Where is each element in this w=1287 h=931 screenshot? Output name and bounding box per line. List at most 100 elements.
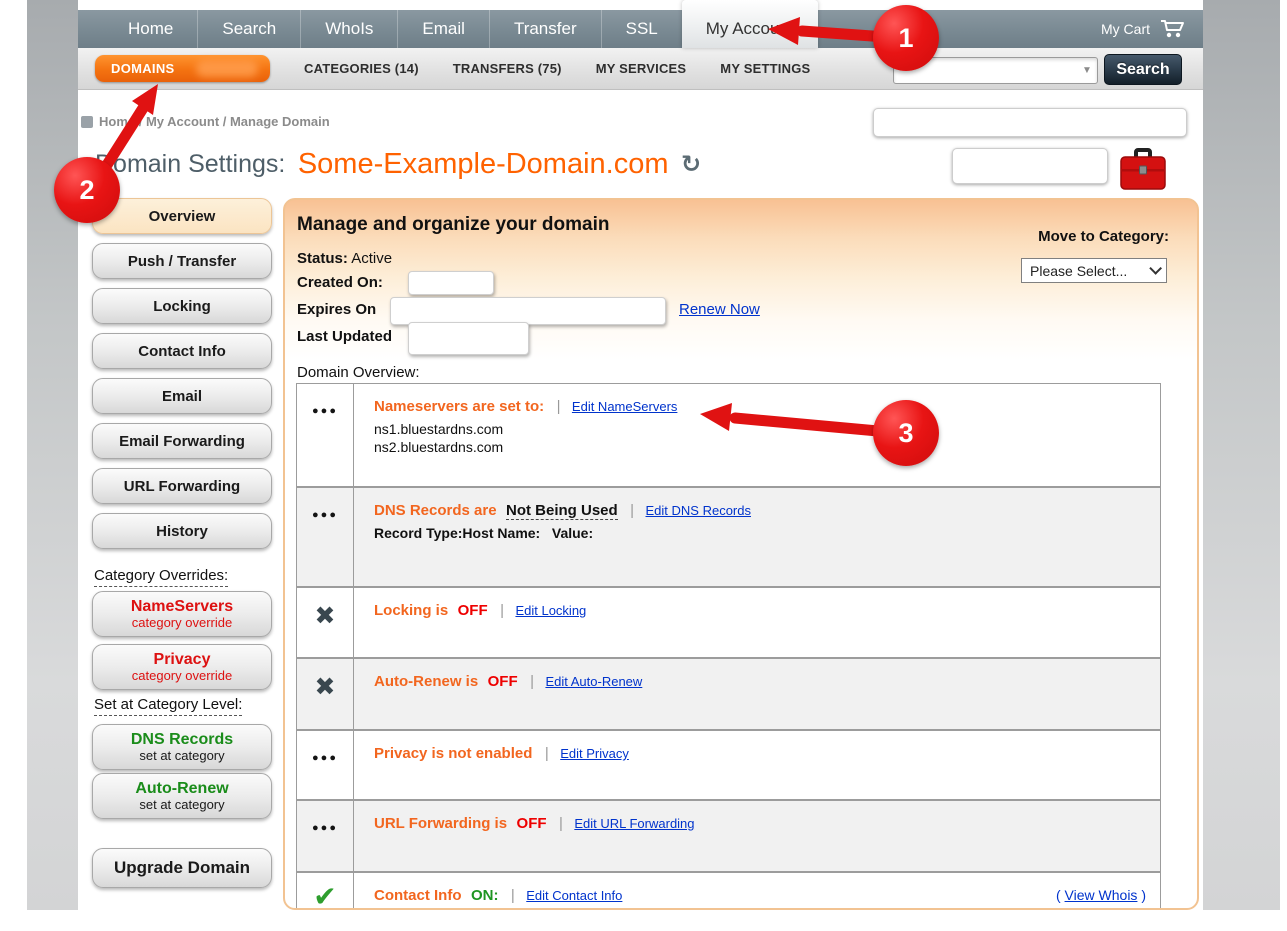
view-whois-note: ( View Whois )	[1056, 887, 1146, 903]
override-subtitle: category override	[132, 669, 232, 683]
nameserver-value: ns1.bluestardns.com	[374, 421, 1144, 437]
separator: |	[500, 602, 504, 619]
account-sub-navigation: DOMAINS CATEGORIES (14) TRANSFERS (75) M…	[78, 48, 1203, 90]
sidebar-override-nameservers[interactable]: NameServers category override	[92, 591, 272, 637]
breadcrumb-trail[interactable]: Home / My Account / Manage Domain	[99, 114, 330, 129]
row-title: Auto-Renew is	[374, 673, 478, 690]
top-navigation-bar: Home Search WhoIs Email Transfer SSL My …	[78, 10, 1203, 48]
x-icon: ✖	[315, 604, 336, 657]
row-contact-info: ✔ Contact Info ON: | Edit Contact Info (…	[297, 871, 1160, 910]
nav-tab-email[interactable]: Email	[397, 10, 489, 48]
edit-privacy-link[interactable]: Edit Privacy	[560, 746, 629, 761]
status-value: Active	[351, 250, 392, 267]
search-button[interactable]: Search	[1104, 54, 1182, 85]
row-auto-renew: ✖ Auto-Renew is OFF | Edit Auto-Renew	[297, 657, 1160, 729]
breadcrumb-home-icon	[81, 116, 93, 128]
row-privacy: ●●● Privacy is not enabled | Edit Privac…	[297, 729, 1160, 799]
category-title: DNS Records	[131, 731, 233, 749]
annotation-circle-3: 3	[873, 400, 939, 466]
page-title-prefix: Domain Settings:	[95, 150, 285, 178]
edit-nameservers-link[interactable]: Edit NameServers	[572, 399, 677, 414]
sidebar-tab-email[interactable]: Email	[92, 378, 272, 414]
nameserver-value: ns2.bluestardns.com	[374, 439, 1144, 455]
view-whois-link[interactable]: View Whois	[1065, 887, 1138, 903]
annotation-circle-2: 2	[54, 157, 120, 223]
row-status: OFF	[458, 602, 488, 619]
toolbox-icon[interactable]	[1118, 145, 1168, 193]
dots-icon: ●●●	[312, 406, 338, 486]
created-label: Created On:	[297, 274, 383, 291]
nav-tab-transfer[interactable]: Transfer	[489, 10, 601, 48]
row-status: Not Being Used	[506, 502, 618, 520]
expires-label: Expires On	[297, 301, 376, 318]
row-title: Privacy is not enabled	[374, 745, 532, 762]
subnav-item-categories[interactable]: CATEGORIES (14)	[304, 61, 419, 76]
row-locking: ✖ Locking is OFF | Edit Locking	[297, 586, 1160, 657]
row-title: Nameservers are set to:	[374, 398, 544, 415]
combobox-dropdown-arrow-icon[interactable]: ▼	[1082, 65, 1100, 76]
x-icon: ✖	[315, 675, 336, 729]
browser-page-background: Home Search WhoIs Email Transfer SSL My …	[27, 0, 1280, 910]
edit-url-forwarding-link[interactable]: Edit URL Forwarding	[574, 816, 694, 831]
my-cart[interactable]: My Cart	[1101, 10, 1203, 48]
nav-tab-home[interactable]: Home	[104, 10, 197, 48]
category-select[interactable]: Please Select...	[1021, 258, 1167, 283]
chevron-down-icon	[1149, 262, 1162, 275]
sidebar-tab-email-forwarding[interactable]: Email Forwarding	[92, 423, 272, 459]
panel-heading: Manage and organize your domain	[297, 214, 610, 236]
sidebar-category-dns-records[interactable]: DNS Records set at category	[92, 724, 272, 770]
status-label: Status:	[297, 250, 348, 267]
nav-tab-whois[interactable]: WhoIs	[300, 10, 397, 48]
separator: |	[630, 502, 634, 519]
subnav-item-my-settings[interactable]: MY SETTINGS	[720, 61, 810, 76]
sidebar-category-auto-renew[interactable]: Auto-Renew set at category	[92, 773, 272, 819]
dns-record-headers: Record Type:Host Name: Value:	[374, 525, 1144, 541]
nav-tab-my-account[interactable]: My Account	[682, 0, 818, 48]
refresh-icon[interactable]: ↻	[681, 151, 701, 178]
row-title: Contact Info	[374, 887, 462, 904]
row-dns-records: ●●● DNS Records are Not Being Used | Edi…	[297, 486, 1160, 586]
set-at-category-heading: Set at Category Level:	[94, 696, 242, 716]
row-title: URL Forwarding is	[374, 815, 507, 832]
redacted-label-box	[952, 148, 1108, 184]
nav-tab-ssl[interactable]: SSL	[601, 10, 682, 48]
move-to-category-label: Move to Category:	[1038, 228, 1169, 245]
annotation-circle-1: 1	[873, 5, 939, 71]
domain-name: Some-Example-Domain.com	[298, 148, 669, 180]
sidebar-override-privacy[interactable]: Privacy category override	[92, 644, 272, 690]
category-overrides-heading: Category Overrides:	[94, 567, 228, 587]
redacted-updated-date	[408, 322, 529, 355]
edit-locking-link[interactable]: Edit Locking	[515, 603, 586, 618]
edit-dns-records-link[interactable]: Edit DNS Records	[646, 503, 751, 518]
subnav-item-domains[interactable]: DOMAINS	[95, 55, 270, 82]
row-url-forwarding: ●●● URL Forwarding is OFF | Edit URL For…	[297, 799, 1160, 871]
check-icon: ✔	[313, 883, 336, 910]
paren: )	[1137, 887, 1146, 903]
sidebar-tab-overview[interactable]: Overview	[92, 198, 272, 234]
site-container: Home Search WhoIs Email Transfer SSL My …	[78, 0, 1203, 910]
edit-contact-info-link[interactable]: Edit Contact Info	[526, 888, 622, 903]
nav-tab-search[interactable]: Search	[197, 10, 300, 48]
paren: (	[1056, 887, 1065, 903]
separator: |	[559, 815, 563, 832]
last-updated-line: Last Updated	[297, 328, 392, 345]
override-title: Privacy	[154, 651, 211, 669]
subnav-item-transfers[interactable]: TRANSFERS (75)	[453, 61, 562, 76]
created-line: Created On:	[297, 274, 383, 291]
sidebar-tab-url-forwarding[interactable]: URL Forwarding	[92, 468, 272, 504]
upgrade-domain-button[interactable]: Upgrade Domain	[92, 848, 272, 888]
row-title: DNS Records are	[374, 502, 497, 519]
cart-icon	[1159, 19, 1187, 39]
last-updated-label: Last Updated	[297, 328, 392, 345]
row-title: Locking is	[374, 602, 448, 619]
sidebar-tab-contact-info[interactable]: Contact Info	[92, 333, 272, 369]
edit-auto-renew-link[interactable]: Edit Auto-Renew	[545, 674, 642, 689]
sidebar-tab-history[interactable]: History	[92, 513, 272, 549]
redacted-info-box	[873, 108, 1187, 137]
page-title: Domain Settings: Some-Example-Domain.com…	[95, 148, 701, 190]
sidebar-tab-locking[interactable]: Locking	[92, 288, 272, 324]
sidebar-tab-push-transfer[interactable]: Push / Transfer	[92, 243, 272, 279]
redacted-created-date	[408, 271, 494, 295]
subnav-item-my-services[interactable]: MY SERVICES	[596, 61, 687, 76]
renew-now-link[interactable]: Renew Now	[679, 301, 760, 318]
